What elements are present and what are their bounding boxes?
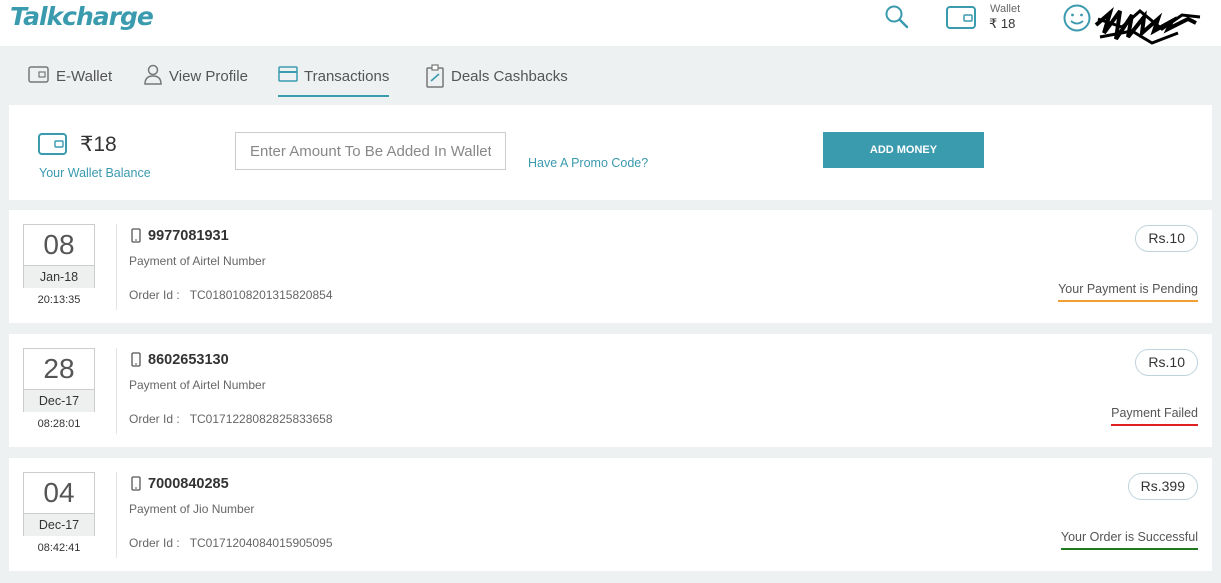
date-month: Jan-18: [24, 265, 94, 288]
promo-code-link[interactable]: Have A Promo Code?: [528, 156, 648, 170]
mobile-number: 8602653130: [148, 352, 229, 368]
payment-status: Your Order is Successful: [1060, 530, 1198, 550]
amount-badge: Rs.10: [1135, 349, 1198, 376]
date-box: 08 Jan-18: [23, 224, 95, 288]
date-month: Dec-17: [24, 389, 94, 412]
date-time: 20:13:35: [37, 294, 81, 306]
wallet-icon: [38, 133, 67, 155]
date-time: 08:28:01: [37, 418, 81, 430]
mobile-phone-icon: [131, 352, 141, 367]
tab-label: Deals Cashbacks: [451, 68, 568, 85]
redacted-username[interactable]: [1092, 3, 1202, 47]
account-tabs: E-Wallet View Profile Transactions Deals…: [0, 56, 1221, 100]
tab-label: Transactions: [304, 68, 390, 85]
tab-label: E-Wallet: [56, 68, 113, 85]
payment-status: Your Payment is Pending: [1058, 282, 1198, 302]
tab-label: View Profile: [169, 68, 248, 85]
order-id: TC0171204084015905095: [189, 536, 333, 550]
mobile-number: 9977081931: [148, 228, 229, 244]
wallet-panel: ₹18 Your Wallet Balance Have A Promo Cod…: [9, 105, 1212, 200]
amount-badge: Rs.10: [1135, 225, 1198, 252]
date-box: 28 Dec-17: [23, 348, 95, 412]
date-time: 08:42:41: [37, 542, 81, 554]
order-id-label: Order Id :: [129, 288, 180, 302]
smiley-avatar-icon[interactable]: [1062, 3, 1092, 33]
tab-e-wallet[interactable]: E-Wallet: [28, 64, 112, 98]
wallet-icon: [28, 66, 49, 83]
payment-description: Payment of Airtel Number: [129, 378, 266, 392]
header-wallet-label: Wallet: [990, 3, 1021, 15]
order-id-row: Order Id : TC0171204084015905095: [129, 536, 333, 550]
mobile-number: 7000840285: [148, 476, 229, 492]
order-id-label: Order Id :: [129, 536, 180, 550]
date-day: 28: [43, 353, 75, 384]
transaction-card[interactable]: 28 Dec-17 08:28:01 8602653130 Payment of…: [9, 334, 1212, 447]
coupon-icon: [426, 64, 444, 88]
amount-input[interactable]: [235, 132, 506, 170]
order-id-row: Order Id : TC0180108201315820854: [129, 288, 333, 302]
order-id: TC0180108201315820854: [189, 288, 333, 302]
date-box: 04 Dec-17: [23, 472, 95, 536]
divider: [116, 472, 117, 558]
amount-badge: Rs.399: [1127, 473, 1198, 500]
date-month: Dec-17: [24, 513, 94, 536]
divider: [116, 348, 117, 434]
payment-status: Payment Failed: [1111, 406, 1198, 426]
payment-description: Payment of Airtel Number: [129, 254, 266, 268]
card-icon: [278, 66, 298, 82]
search-icon[interactable]: [884, 4, 910, 30]
add-money-button[interactable]: ADD MONEY: [823, 132, 984, 168]
payment-description: Payment of Jio Number: [129, 502, 255, 516]
date-day: 04: [43, 477, 75, 508]
profile-icon: [144, 64, 162, 85]
order-id-label: Order Id :: [129, 412, 180, 426]
order-id-row: Order Id : TC0171228082825833658: [129, 412, 333, 426]
transaction-card[interactable]: 04 Dec-17 08:42:41 7000840285 Payment of…: [9, 458, 1212, 571]
wallet-balance: ₹18: [80, 133, 117, 156]
header-wallet-amount: ₹ 18: [989, 16, 1016, 31]
transaction-card[interactable]: 08 Jan-18 20:13:35 9977081931 Payment of…: [9, 210, 1212, 323]
wallet-icon[interactable]: [946, 4, 978, 30]
top-header: Talkcharge Wallet ₹ 18: [0, 0, 1221, 46]
order-id: TC0171228082825833658: [189, 412, 333, 426]
date-day: 08: [43, 229, 75, 260]
mobile-phone-icon: [131, 476, 141, 491]
tab-view-profile[interactable]: View Profile: [143, 64, 248, 98]
tab-deals-cashbacks[interactable]: Deals Cashbacks: [425, 64, 568, 98]
tab-transactions[interactable]: Transactions: [278, 64, 390, 97]
wallet-balance-label: Your Wallet Balance: [39, 166, 151, 180]
mobile-phone-icon: [131, 228, 141, 243]
divider: [116, 224, 117, 310]
talkcharge-logo[interactable]: Talkcharge: [10, 2, 154, 31]
